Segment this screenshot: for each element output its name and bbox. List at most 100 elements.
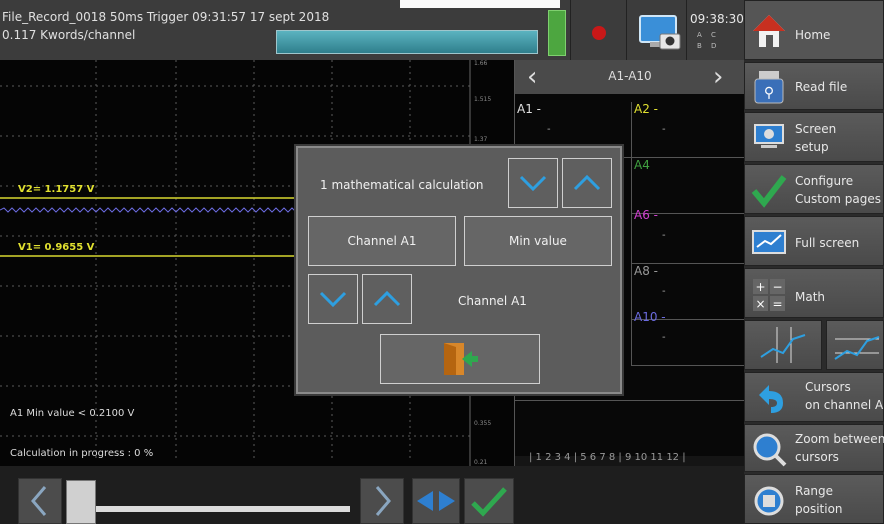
zoom-label-2: cursors: [795, 450, 839, 464]
zoom-label: Zoom between: [795, 432, 884, 446]
memory-level-indicator: [548, 10, 566, 56]
channel-label: A10 -: [634, 310, 666, 324]
range-position-button[interactable]: Range position: [744, 474, 884, 524]
channel-up-button[interactable]: [362, 274, 412, 324]
group-d: D: [711, 42, 717, 50]
y-scale-label: 1.515: [474, 96, 492, 103]
divider: [515, 400, 745, 401]
channel-a4[interactable]: A4: [631, 158, 745, 214]
kwords-per-channel: 0.117 Kwords/channel: [2, 28, 136, 42]
double-arrow-icon: [417, 491, 455, 511]
screen-setup-button[interactable]: Screen setup: [744, 112, 884, 162]
scroll-right-button[interactable]: [360, 478, 404, 524]
confirm-button[interactable]: [464, 478, 514, 524]
clock: 09:38:30: [690, 12, 744, 26]
bottom-toolbar: [0, 466, 744, 524]
home-button[interactable]: Home: [744, 0, 884, 60]
range-label-2: position: [795, 502, 843, 516]
channel-number-strip[interactable]: | 1 2 3 4 | 5 6 7 8 | 9 10 11 12 |: [529, 452, 686, 463]
record-progress-bar: [276, 30, 538, 54]
full-screen-button[interactable]: Full screen: [744, 216, 884, 266]
screenshot-icon[interactable]: [638, 14, 682, 52]
chevron-right-icon[interactable]: ›: [713, 64, 723, 90]
svg-text:×: ×: [755, 297, 765, 311]
separator: [686, 0, 687, 60]
usb-drive-icon: ⚲: [754, 71, 784, 104]
separator: [570, 0, 571, 60]
channel-value: -: [662, 332, 666, 343]
dialog-title: 1 mathematical calculation: [320, 178, 484, 192]
vertical-cursors-button[interactable]: [744, 320, 822, 370]
exit-door-icon: [444, 343, 478, 375]
range-position-icon: [754, 486, 784, 516]
math-label: Math: [795, 290, 826, 304]
home-icon: [753, 15, 785, 47]
channel-a2[interactable]: A2 - -: [631, 102, 745, 158]
right-sidebar: Home ⚲ Read file Screen setup Configure …: [744, 0, 884, 524]
screen-setup-label: Screen: [795, 122, 837, 136]
math-button[interactable]: + − × = Math: [744, 268, 884, 318]
configure-label: Configure: [795, 174, 854, 188]
cursor-v1-label[interactable]: V1= 0.9655 V: [18, 242, 94, 253]
vertical-cursors-icon: [760, 327, 806, 363]
undo-arrow-icon: [759, 385, 783, 413]
range-label: Range: [795, 484, 834, 498]
record-icon[interactable]: [592, 26, 606, 40]
cursors-on-channel-button[interactable]: Cursors on channel A: [744, 372, 884, 422]
configure-pages-button[interactable]: Configure Custom pages: [744, 164, 884, 214]
expand-horizontal-button[interactable]: [412, 478, 460, 524]
screen-gear-icon: [754, 124, 784, 148]
channel-value: -: [662, 286, 666, 297]
group-a: A: [697, 31, 702, 39]
math-calculation-dialog: 1 mathematical calculation Channel A1 Mi…: [296, 146, 622, 394]
y-scale-label: 1.66: [474, 60, 488, 67]
channel-down-button[interactable]: [308, 274, 358, 324]
zoom-icon: [753, 433, 787, 467]
channel-label: A6 -: [634, 208, 658, 222]
screen-setup-label-2: setup: [795, 140, 829, 154]
calc-down-button[interactable]: [508, 158, 558, 208]
exit-button[interactable]: [380, 334, 540, 384]
read-file-button[interactable]: ⚲ Read file: [744, 62, 884, 110]
horizontal-cursors-button[interactable]: [826, 320, 884, 370]
chevron-up-icon: [573, 174, 601, 191]
top-status-bar: File_Record_0018 50ms Trigger 09:31:57 1…: [0, 0, 744, 60]
channel-a10[interactable]: A10 - -: [631, 310, 745, 366]
channel-label: A8 -: [634, 264, 658, 278]
min-value-button[interactable]: Min value: [464, 216, 612, 266]
full-screen-label: Full screen: [795, 236, 860, 250]
configure-label-2: Custom pages: [795, 192, 882, 206]
chevron-up-icon: [373, 290, 401, 307]
chevron-left-icon: [31, 486, 47, 516]
cursor-v2-label[interactable]: V2= 1.1757 V: [18, 184, 94, 195]
horizontal-cursors-icon: [834, 336, 880, 360]
calc-up-button[interactable]: [562, 158, 612, 208]
zoom-between-cursors-button[interactable]: Zoom between cursors: [744, 424, 884, 472]
chevron-right-icon: [375, 486, 391, 516]
calculation-progress: Calculation in progress : 0 %: [10, 448, 154, 459]
chevron-down-icon: [519, 175, 547, 192]
group-c: C: [711, 31, 716, 39]
checkmark-icon: [751, 175, 787, 208]
channel-select-button[interactable]: Channel A1: [308, 216, 456, 266]
channel-a6[interactable]: A6 - -: [631, 208, 745, 264]
cursors-label: Cursors: [805, 380, 851, 394]
channel-page-title: A1-A10: [608, 69, 652, 83]
channel-value: -: [662, 230, 666, 241]
y-scale-label: 0.355: [474, 420, 492, 427]
time-slider-thumb[interactable]: [66, 480, 96, 524]
selected-channel-label: Channel A1: [458, 294, 527, 308]
checkmark-icon: [471, 487, 507, 517]
channel-value: -: [662, 124, 666, 135]
separator: [626, 0, 627, 60]
top-divider: [400, 0, 560, 8]
scroll-left-button[interactable]: [18, 478, 62, 524]
svg-text:−: −: [772, 280, 782, 294]
time-slider-track[interactable]: [92, 506, 350, 512]
channel-group-indicator: A C B D: [697, 30, 725, 52]
file-info: File_Record_0018 50ms Trigger 09:31:57 1…: [2, 10, 330, 24]
read-file-label: Read file: [795, 80, 848, 94]
svg-text:+: +: [755, 280, 765, 294]
svg-text:=: =: [772, 297, 782, 311]
channel-value: -: [547, 124, 551, 135]
